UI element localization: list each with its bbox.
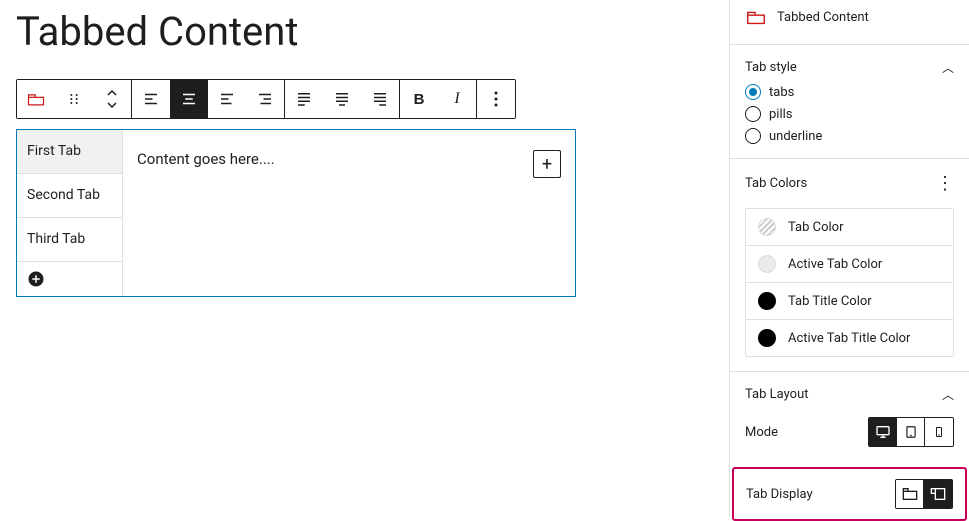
color-setting-row[interactable]: Active Tab Title Color [746,320,953,356]
color-label: Active Tab Title Color [788,331,910,346]
tab-item[interactable]: Third Tab [17,218,122,262]
block-toolbar: B I [16,79,516,119]
panel-title: Tab Layout [745,387,809,402]
tablet-mode-button[interactable] [897,418,925,446]
more-options-button[interactable] [477,80,515,118]
plus-circle-icon [27,270,45,288]
horizontal-tabs-icon [902,487,918,501]
tabs-column: First Tab Second Tab Third Tab [17,130,123,296]
chevron-up-icon: ︿ [942,386,954,403]
add-tab-button[interactable] [17,262,122,296]
mobile-icon [933,424,945,440]
block-name: Tabbed Content [777,10,869,25]
color-swatch [758,292,776,310]
kebab-icon [494,91,498,107]
vertical-tabs-icon [930,487,946,501]
color-swatch [758,218,776,236]
tab-style-option[interactable]: underline [745,128,954,144]
page-title: Tabbed Content [16,8,713,55]
mode-label: Mode [745,425,778,440]
tab-content-area[interactable]: Content goes here.... + [123,130,575,296]
content-placeholder: Content goes here.... [137,150,275,168]
color-label: Tab Title Color [788,294,872,309]
block-type-button[interactable] [17,80,55,118]
desktop-icon [875,424,891,440]
align-left-button[interactable] [132,80,170,118]
align-center-button[interactable] [170,80,208,118]
tab-colors-panel-toggle[interactable]: Tab Colors ⋮ [745,173,954,194]
move-updown-icon [105,90,119,108]
chevron-up-icon: ︿ [942,59,954,76]
mode-segmented [868,417,954,447]
tab-display-segmented [895,479,953,509]
mobile-mode-button[interactable] [925,418,953,446]
justify-left-icon [295,90,313,108]
kebab-icon[interactable]: ⋮ [936,173,954,194]
panel-title: Tab style [745,60,797,75]
tab-style-option[interactable]: pills [745,106,954,122]
italic-button[interactable]: I [438,80,476,118]
color-swatch [758,255,776,273]
settings-sidebar: Tabbed Content Tab style ︿ tabs pills un… [729,0,969,516]
color-setting-row[interactable]: Tab Color [746,209,953,246]
panel-title: Tab Colors [745,176,807,191]
tablet-icon [904,424,918,440]
tab-layout-panel-toggle[interactable]: Tab Layout ︿ [745,386,954,403]
option-label: underline [769,129,822,144]
text-align-right-icon [256,90,274,108]
color-label: Active Tab Color [788,257,882,272]
vertical-display-button[interactable] [924,480,952,508]
align-text-right-button[interactable] [246,80,284,118]
desktop-mode-button[interactable] [869,418,897,446]
horizontal-display-button[interactable] [896,480,924,508]
radio-icon [745,128,761,144]
bold-button[interactable]: B [400,80,438,118]
color-swatch [758,329,776,347]
justify-center-button[interactable] [323,80,361,118]
tab-display-row: Tab Display [732,467,967,521]
justify-left-button[interactable] [285,80,323,118]
text-align-left-icon [218,90,236,108]
radio-icon [745,106,761,122]
color-setting-row[interactable]: Tab Title Color [746,283,953,320]
align-left-icon [142,90,160,108]
color-list: Tab Color Active Tab Color Tab Title Col… [745,208,954,357]
drag-icon [66,91,82,107]
color-setting-row[interactable]: Active Tab Color [746,246,953,283]
add-block-button[interactable]: + [533,150,561,178]
justify-right-icon [371,90,389,108]
align-text-left-button[interactable] [208,80,246,118]
tab-display-label: Tab Display [746,487,813,502]
align-center-icon [180,90,198,108]
move-updown-button[interactable] [93,80,131,118]
tab-block-icon [745,6,767,28]
option-label: tabs [769,85,794,100]
drag-handle-button[interactable] [55,80,93,118]
tab-block-icon [26,89,46,109]
tab-style-panel-toggle[interactable]: Tab style ︿ [745,59,954,76]
tabbed-content-block: First Tab Second Tab Third Tab Content g… [16,129,576,297]
tab-style-option[interactable]: tabs [745,84,954,100]
tab-item[interactable]: First Tab [17,130,122,174]
justify-center-icon [333,90,351,108]
option-label: pills [769,107,793,122]
radio-icon [745,84,761,100]
color-label: Tab Color [788,220,844,235]
justify-right-button[interactable] [361,80,399,118]
tab-item[interactable]: Second Tab [17,174,122,218]
